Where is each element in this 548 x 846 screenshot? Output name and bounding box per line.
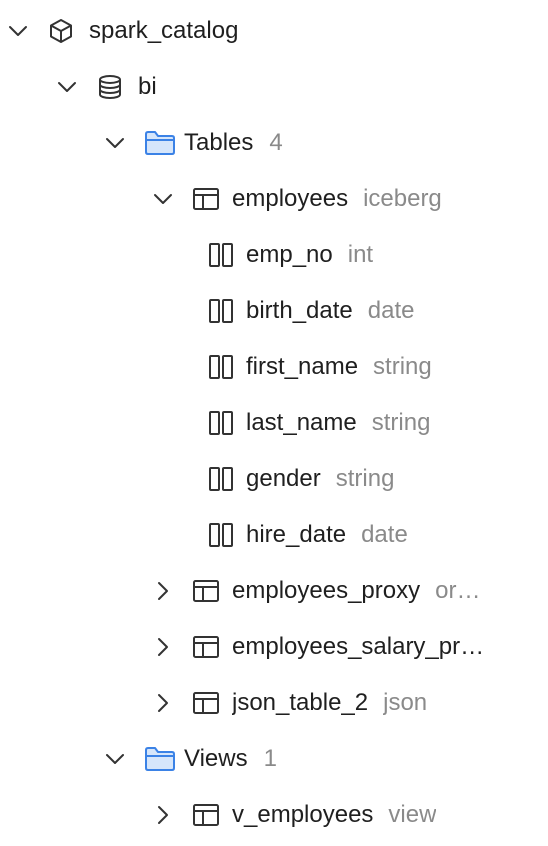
chevron-right-icon[interactable] (152, 692, 174, 714)
catalog-label: spark_catalog (89, 17, 239, 44)
table-row[interactable]: employees iceberg (0, 171, 548, 227)
views-count: 1 (263, 745, 277, 772)
column-type: string (373, 353, 432, 380)
chevron-down-icon[interactable] (56, 76, 78, 98)
views-folder-label: Views (184, 745, 248, 772)
column-name: emp_no (246, 241, 333, 268)
column-icon (208, 297, 234, 325)
column-icon (208, 409, 234, 437)
table-label: employees_salary_pr… (232, 633, 485, 660)
chevron-right-icon[interactable] (152, 580, 174, 602)
chevron-down-icon[interactable] (152, 188, 174, 210)
column-row[interactable]: last_name string (0, 395, 548, 451)
column-name: hire_date (246, 521, 347, 548)
column-type: date (367, 297, 415, 324)
table-row[interactable]: employees_salary_pr… (0, 619, 548, 675)
column-row[interactable]: gender string (0, 451, 548, 507)
view-label: v_employees (232, 801, 374, 828)
table-label: employees_proxy (232, 577, 421, 604)
folder-icon (144, 745, 176, 773)
view-row[interactable]: v_employees view (0, 787, 548, 843)
column-row[interactable]: emp_no int (0, 227, 548, 283)
table-row[interactable]: employees_proxy or… (0, 563, 548, 619)
chevron-down-icon[interactable] (104, 748, 126, 770)
column-type: date (361, 521, 408, 548)
chevron-right-icon[interactable] (152, 636, 174, 658)
database-label: bi (138, 73, 157, 100)
table-type: or… (435, 577, 481, 604)
column-type: string (335, 465, 395, 492)
column-name: first_name (246, 353, 359, 380)
table-icon (192, 689, 220, 717)
table-icon (192, 185, 220, 213)
column-type: string (371, 409, 431, 436)
column-row[interactable]: hire_date date (0, 507, 548, 563)
folder-icon (144, 129, 176, 157)
tree-node-database[interactable]: bi (0, 59, 548, 115)
column-name: birth_date (246, 297, 353, 324)
column-name: gender (246, 465, 321, 492)
column-name: last_name (246, 409, 357, 436)
tables-folder-label: Tables (184, 129, 254, 156)
view-type: view (388, 801, 437, 828)
tree-node-catalog[interactable]: spark_catalog (0, 3, 548, 59)
column-icon (208, 353, 234, 381)
tables-count: 4 (269, 129, 283, 156)
chevron-right-icon[interactable] (152, 804, 174, 826)
column-row[interactable]: first_name string (0, 339, 548, 395)
table-icon (192, 801, 220, 829)
table-row[interactable]: json_table_2 json (0, 675, 548, 731)
cube-icon (47, 17, 75, 45)
tree-node-tables-folder[interactable]: Tables 4 (0, 115, 548, 171)
table-type: json (383, 689, 428, 716)
chevron-down-icon[interactable] (7, 20, 29, 42)
tree-node-views-folder[interactable]: Views 1 (0, 731, 548, 787)
chevron-down-icon[interactable] (104, 132, 126, 154)
table-label: json_table_2 (232, 689, 369, 716)
table-icon (192, 577, 220, 605)
column-icon (208, 241, 234, 269)
table-label: employees (232, 185, 349, 212)
column-type: int (347, 241, 374, 268)
column-icon (208, 465, 234, 493)
column-row[interactable]: birth_date date (0, 283, 548, 339)
database-icon (96, 73, 124, 101)
table-icon (192, 633, 220, 661)
catalog-tree: spark_catalog bi Tables 4 employees iceb… (0, 0, 548, 846)
column-icon (208, 521, 234, 549)
table-type: iceberg (363, 185, 442, 212)
